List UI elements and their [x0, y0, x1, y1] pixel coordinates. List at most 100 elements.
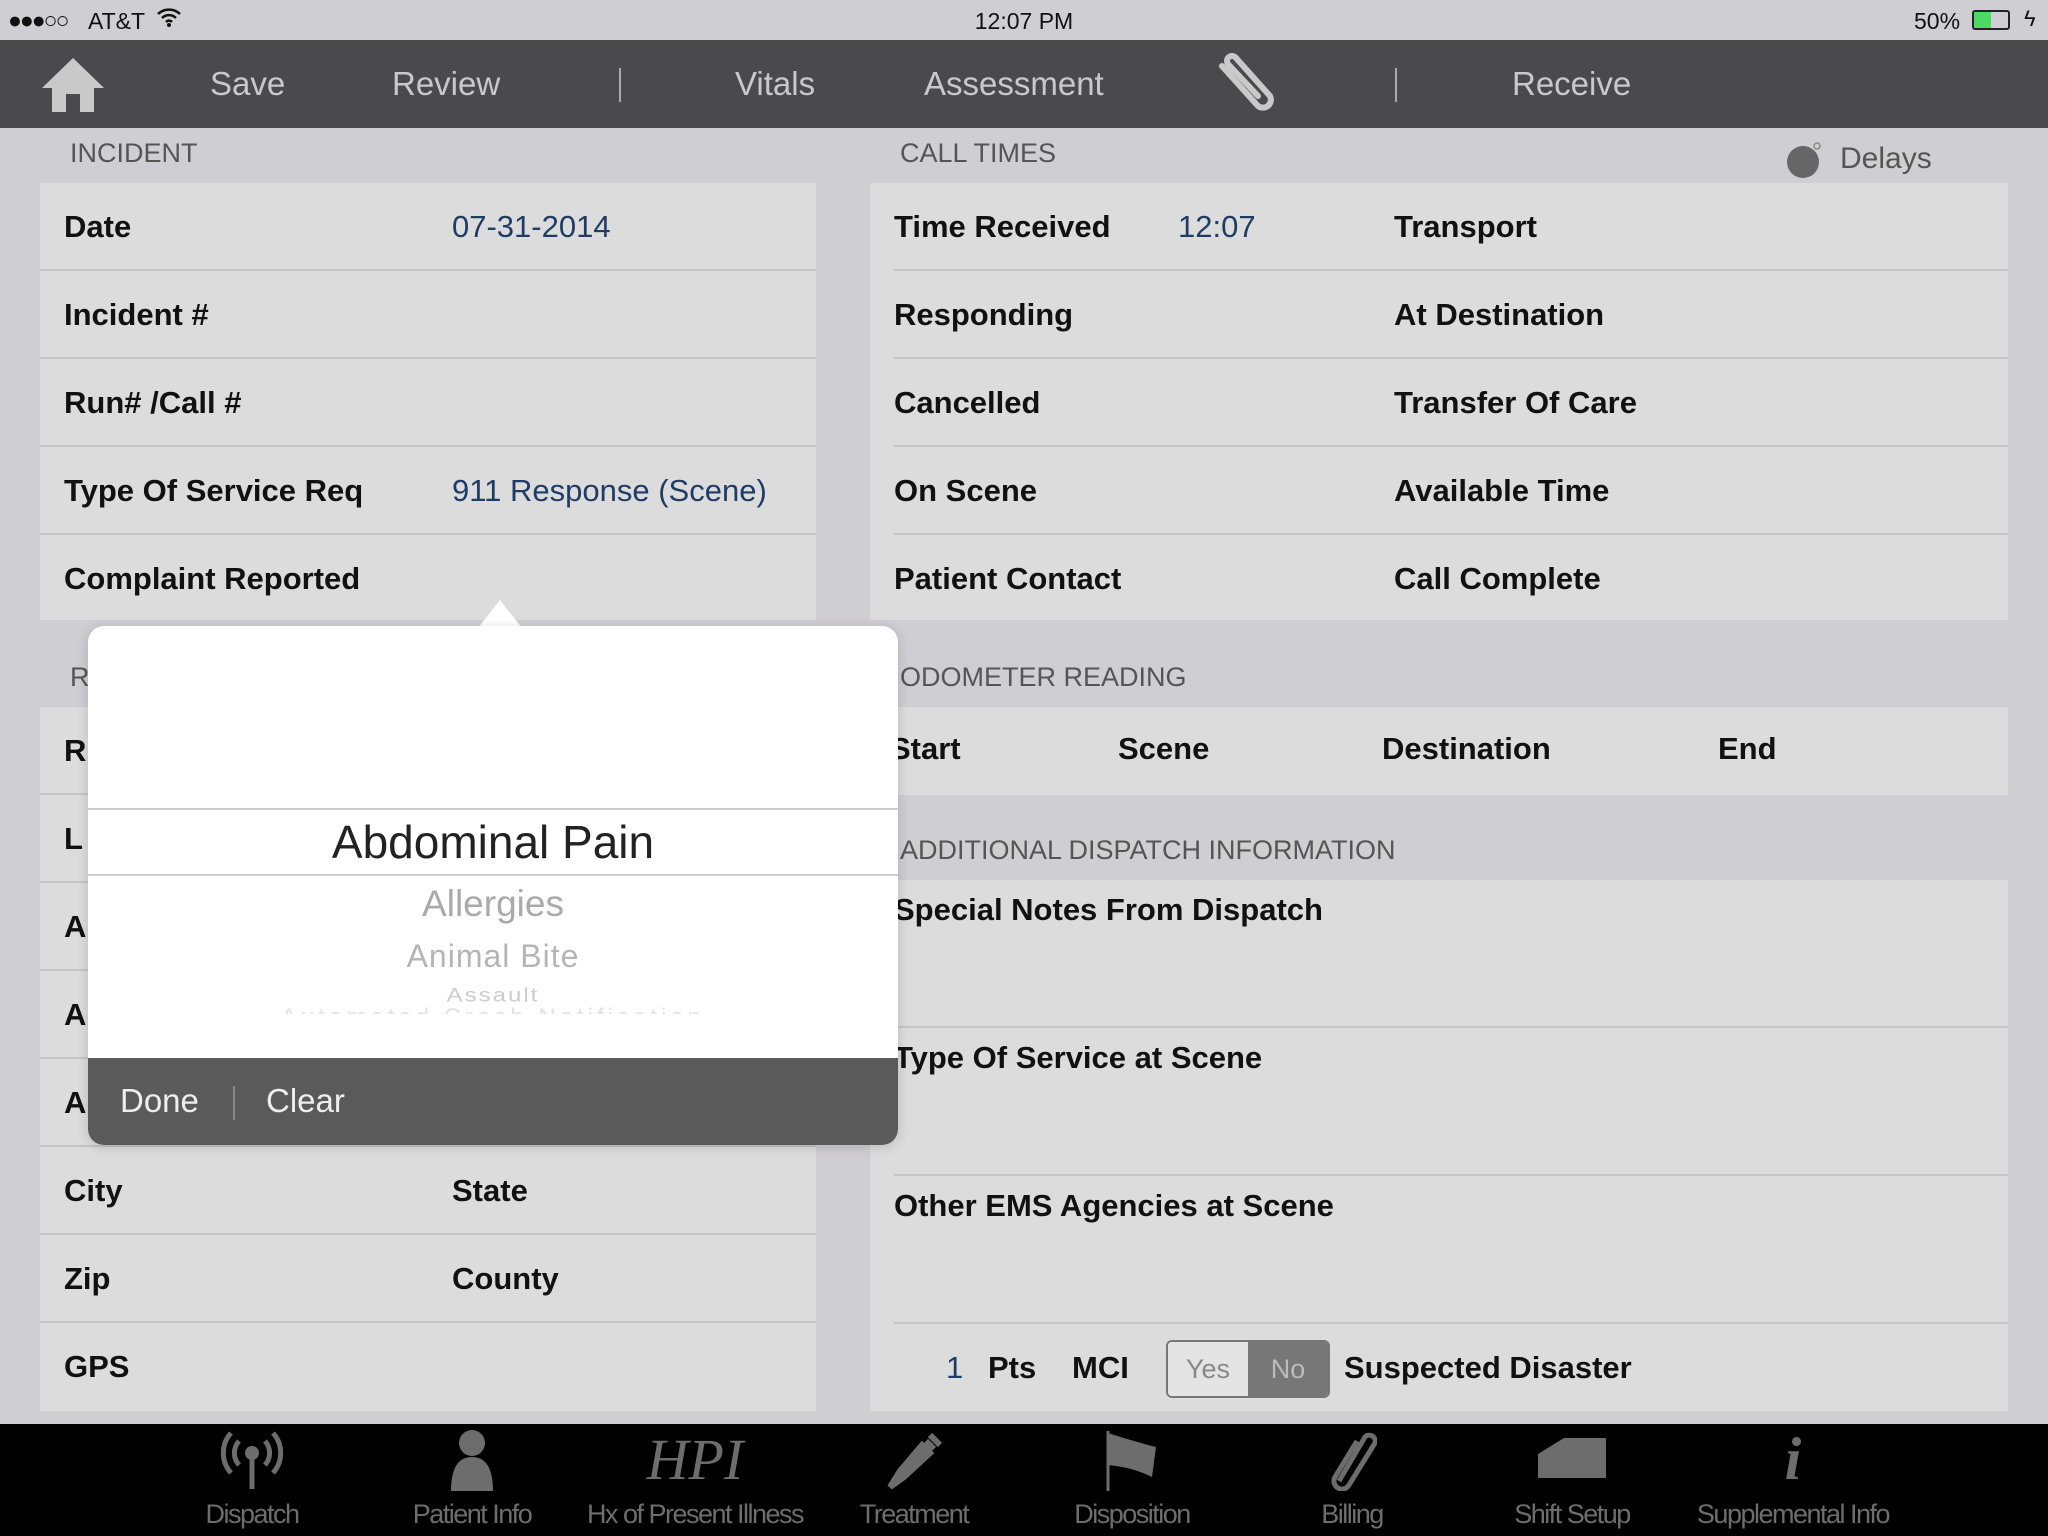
save-button[interactable]: Save [210, 40, 285, 128]
special-notes-row[interactable]: Special Notes From Dispatch [894, 880, 2008, 1028]
paperclip-icon [1270, 1424, 1434, 1494]
home-icon[interactable] [40, 54, 106, 119]
tab-label: Hx of Present Illness [586, 1499, 805, 1529]
call-times-row[interactable]: Time Received 12:07 Transport [894, 183, 2008, 271]
vitals-button[interactable]: Vitals [735, 40, 815, 128]
tab-disposition[interactable]: Disposition [1050, 1424, 1214, 1536]
flag-icon [1050, 1424, 1214, 1494]
ambulance-icon [1490, 1424, 1654, 1494]
responding-label[interactable]: Responding [894, 297, 1073, 333]
location-row-gps[interactable]: GPS [40, 1323, 816, 1411]
date-value[interactable]: 07-31-2014 [452, 209, 611, 245]
patient-count-value[interactable]: 1 [946, 1350, 963, 1386]
location-row-zip-county[interactable]: Zip County [40, 1235, 816, 1323]
tab-label: Patient Info [412, 1499, 533, 1529]
clear-button[interactable]: Clear [266, 1082, 345, 1120]
dispatch-info-card: Special Notes From Dispatch Type Of Serv… [870, 880, 2008, 1411]
row-label: Incident # [64, 297, 209, 332]
incident-row-date[interactable]: Date 07-31-2014 [40, 183, 816, 271]
tab-hpi[interactable]: HPI Hx of Present Illness [584, 1424, 806, 1536]
row-label: A [64, 909, 87, 944]
tab-supplemental-info[interactable]: i Supplemental Info [1690, 1424, 1896, 1536]
done-button[interactable]: Done [120, 1082, 199, 1120]
call-complete-label[interactable]: Call Complete [1394, 561, 1601, 597]
picker-option[interactable]: Animal Bite [88, 938, 898, 975]
section-header-odometer: ODOMETER READING [900, 662, 1187, 692]
assessment-button[interactable]: Assessment [924, 40, 1104, 128]
call-times-row[interactable]: Patient Contact Call Complete [894, 535, 2008, 620]
row-label: Other EMS Agencies at Scene [894, 1188, 1334, 1223]
service-type-value[interactable]: 911 Response (Scene) [452, 473, 767, 509]
picker-toolbar: Done Clear [88, 1058, 898, 1145]
receive-button[interactable]: Receive [1512, 40, 1631, 128]
row-label: Date [64, 209, 132, 244]
tab-patient-info[interactable]: Patient Info [390, 1424, 554, 1536]
charging-icon: ϟ [2024, 6, 2036, 31]
bottom-tab-bar: Dispatch Patient Info HPI Hx of Present I… [0, 1424, 2048, 1536]
tab-label: Supplemental Info [1696, 1499, 1891, 1529]
time-received-value[interactable]: 12:07 [1178, 209, 1256, 245]
available-time-label[interactable]: Available Time [1394, 473, 1609, 509]
row-label: Zip [64, 1261, 111, 1296]
call-times-card: Time Received 12:07 Transport Responding At… [870, 183, 2008, 620]
incident-row-service-type[interactable]: Type Of Service Req 911 Response (Scene) [40, 447, 816, 535]
review-button[interactable]: Review [392, 40, 500, 128]
picker-option[interactable]: Allergies [88, 883, 898, 925]
row-label: Type Of Service at Scene [894, 1040, 1263, 1075]
service-at-scene-row[interactable]: Type Of Service at Scene [894, 1028, 2008, 1176]
battery-percent: 50% [1914, 8, 1961, 34]
picker-selected-option[interactable]: Abdominal Pain [88, 808, 898, 876]
odometer-end[interactable]: End [1718, 731, 1777, 767]
incident-row-complaint[interactable]: Complaint Reported [40, 535, 816, 620]
suspected-disaster-label[interactable]: Suspected Disaster [1344, 1350, 1632, 1386]
tab-treatment[interactable]: Treatment [832, 1424, 996, 1536]
delays-button[interactable]: Delays [1840, 142, 1932, 176]
row-label: County [452, 1261, 559, 1296]
section-header-call-times: CALL TIMES [900, 138, 1057, 168]
mci-toggle[interactable]: Yes No [1166, 1340, 1330, 1398]
popover-arrow [478, 600, 522, 628]
divider [233, 1086, 235, 1120]
location-row-city-state[interactable]: City State [40, 1147, 816, 1235]
cancelled-label[interactable]: Cancelled [894, 385, 1040, 421]
row-label: Run# /Call # [64, 385, 242, 420]
at-destination-label[interactable]: At Destination [1394, 297, 1604, 333]
call-times-row[interactable]: Responding At Destination [894, 271, 2008, 359]
section-header-location: R [70, 662, 90, 692]
divider [619, 68, 621, 102]
odometer-start[interactable]: Start [890, 731, 961, 767]
other-ems-row[interactable]: Other EMS Agencies at Scene [894, 1176, 2008, 1324]
tab-shift-setup[interactable]: Shift Setup [1490, 1424, 1654, 1536]
odometer-destination[interactable]: Destination [1382, 731, 1551, 767]
antenna-icon [170, 1424, 334, 1494]
stopwatch-icon[interactable] [1784, 140, 1824, 185]
call-times-row[interactable]: Cancelled Transfer Of Care [894, 359, 2008, 447]
patient-contact-label[interactable]: Patient Contact [894, 561, 1121, 597]
row-label: Complaint Reported [64, 561, 361, 596]
paperclip-icon[interactable] [1212, 52, 1282, 123]
on-scene-label[interactable]: On Scene [894, 473, 1037, 509]
row-label: Special Notes From Dispatch [894, 892, 1323, 927]
call-times-row[interactable]: On Scene Available Time [894, 447, 2008, 535]
transport-label[interactable]: Transport [1394, 209, 1537, 245]
transfer-of-care-label[interactable]: Transfer Of Care [1394, 385, 1637, 421]
clock: 12:07 PM [974, 8, 1074, 34]
hpi-icon: HPI [646, 1426, 744, 1492]
incident-row-run-call[interactable]: Run# /Call # [40, 359, 816, 447]
picker-option[interactable]: Automated Crash Notification [88, 1004, 898, 1014]
tab-dispatch[interactable]: Dispatch [170, 1424, 334, 1536]
incident-row-incident-number[interactable]: Incident # [40, 271, 816, 359]
tab-billing[interactable]: Billing [1270, 1424, 1434, 1536]
odometer-scene[interactable]: Scene [1118, 731, 1209, 767]
row-label: R [64, 733, 87, 768]
row-label: A [64, 997, 87, 1032]
mci-label: MCI [1072, 1350, 1129, 1385]
mci-no[interactable]: No [1248, 1342, 1328, 1396]
mci-yes[interactable]: Yes [1168, 1342, 1248, 1396]
complaint-picker-popover: Abdominal Pain Allergies Animal Bite Ass… [88, 626, 898, 1145]
tab-label: Shift Setup [1514, 1499, 1631, 1529]
pts-label: Pts [988, 1350, 1037, 1385]
row-label: State [452, 1173, 528, 1208]
row-label: A [64, 1085, 87, 1120]
time-received-label: Time Received [894, 209, 1111, 244]
